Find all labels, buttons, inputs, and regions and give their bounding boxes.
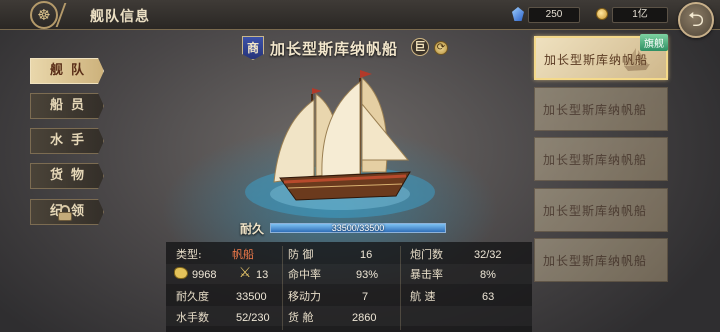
cargo-value: 2860	[352, 312, 377, 324]
stats-row-band	[166, 306, 532, 326]
fleet-card-3[interactable]: 加长型斯库纳帆船	[534, 137, 668, 181]
top-bar: ☸ 舰队信息 250 1亿	[0, 0, 720, 30]
endurance-value: 33500	[236, 291, 267, 303]
tab-fleet[interactable]: 舰队	[30, 58, 104, 84]
crit-value: 8%	[480, 269, 496, 281]
coin-count: 1亿	[612, 7, 668, 23]
durability-label: 耐久	[240, 222, 265, 236]
fleet-card-4[interactable]: 加长型斯库纳帆船	[534, 188, 668, 232]
back-button[interactable]: ⮌	[678, 2, 714, 38]
crit-label: 暴击率	[410, 268, 443, 281]
defense-label: 防 御	[288, 248, 314, 261]
food-value: 9968	[192, 269, 217, 281]
accuracy-value: 93%	[356, 269, 379, 281]
endurance-label: 耐久度	[176, 290, 209, 303]
lock-icon	[58, 205, 72, 221]
flagship-tag: 旗舰	[640, 34, 668, 51]
cannons-label: 炮门数	[410, 248, 443, 261]
fleet-card-name: 加长型斯库纳帆船	[543, 254, 648, 268]
tab-cargo[interactable]: 货物	[30, 163, 104, 189]
fleet-card-5[interactable]: 加长型斯库纳帆船	[534, 238, 668, 282]
back-arrow-icon: ⮌	[687, 7, 705, 31]
stats-row-band	[166, 264, 532, 284]
cannons-value: 32/32	[474, 249, 502, 261]
gem-count: 250	[528, 7, 580, 23]
ship-name: 加长型斯库纳帆船	[270, 40, 399, 58]
accuracy-label: 命中率	[288, 268, 321, 281]
durability-value: 33500/33500	[331, 223, 385, 233]
gem-icon	[512, 7, 524, 21]
fleet-card-name: 加长型斯库纳帆船	[543, 153, 648, 167]
type-value: 帆船	[232, 248, 254, 261]
tab-sailors[interactable]: 水手	[30, 128, 104, 154]
page-title: 舰队信息	[90, 9, 150, 25]
food-icon	[174, 267, 188, 279]
crossed-swords-icon: ⚔	[238, 265, 252, 281]
fleet-card-name: 加长型斯库纳帆船	[543, 204, 648, 218]
fleet-card-name: 加长型斯库纳帆船	[544, 53, 649, 67]
defense-value: 16	[360, 249, 373, 261]
size-badge: 巨	[411, 38, 429, 56]
combat-value: 13	[256, 269, 269, 281]
type-label: 类型:	[176, 248, 202, 261]
mobility-value: 7	[362, 291, 369, 303]
speed-label: 航 速	[410, 290, 436, 303]
sailors-label: 水手数	[176, 311, 209, 324]
stats-divider	[400, 246, 401, 330]
fleet-card-2[interactable]: 加长型斯库纳帆船	[534, 87, 668, 131]
ship-wheel-icon: ☸	[30, 1, 58, 29]
coin-icon	[596, 8, 608, 20]
speed-value: 63	[482, 291, 495, 303]
tab-crew[interactable]: 船员	[30, 93, 104, 119]
swap-icon[interactable]: ⟳	[434, 41, 448, 55]
sailors-value: 52/230	[236, 312, 270, 324]
fleet-card-1[interactable]: 加长型斯库纳帆船 旗舰	[534, 34, 668, 80]
fleet-card-name: 加长型斯库纳帆船	[543, 103, 648, 117]
cargo-label: 货 舱	[288, 311, 314, 324]
mobility-label: 移动力	[288, 290, 321, 303]
ship-illustration	[245, 70, 435, 218]
stats-divider	[282, 246, 283, 330]
